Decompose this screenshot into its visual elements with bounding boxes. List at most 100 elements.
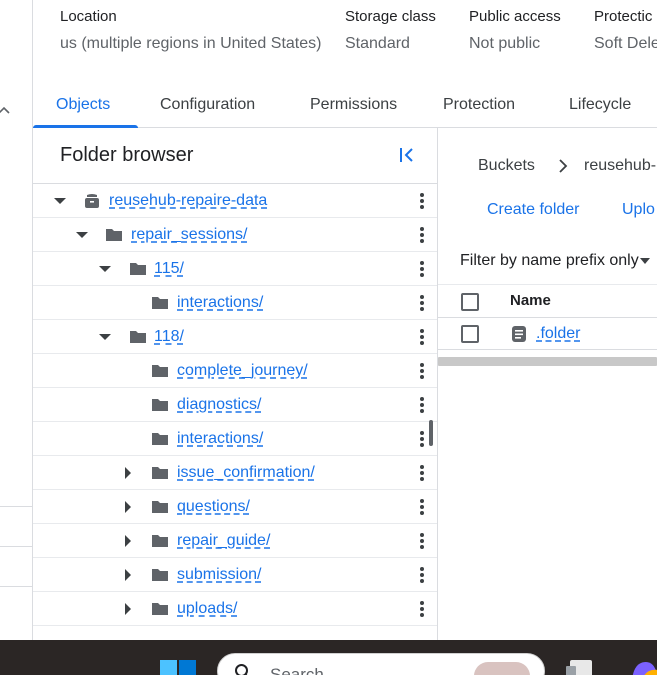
summary-label: Protectic [594,8,653,25]
more-vert-icon[interactable] [414,327,430,347]
horizontal-scrollbar[interactable] [438,357,657,366]
tab-lifecycle[interactable]: Lifecycle [569,96,631,114]
tree-row-label[interactable]: interactions/ [177,294,263,312]
tree-row-label[interactable]: repair_sessions/ [131,226,248,244]
tree-row-folder[interactable]: submission/ [33,558,437,592]
create-folder-button[interactable]: Create folder [487,201,580,219]
tree-row-bucket[interactable]: reusehub-repaire-data [33,184,437,218]
folder-browser-header: Folder browser [33,128,437,184]
more-vert-icon[interactable] [414,225,430,245]
tree-row-folder[interactable]: complete_journey/ [33,354,437,388]
summary-location: Location us (multiple regions in United … [60,8,321,53]
tree-row-label[interactable]: uploads/ [177,600,238,618]
more-vert-icon[interactable] [414,259,430,279]
tree-row-label[interactable]: issue_confirmation/ [177,464,315,482]
summary-label: Location [60,8,117,25]
object-name-link[interactable]: .folder [536,325,580,343]
folder-icon [152,399,168,411]
folder-icon [152,365,168,377]
more-vert-icon[interactable] [414,191,430,211]
caret-right-icon[interactable] [120,465,136,481]
more-vert-icon[interactable] [414,429,430,449]
tree-row-label[interactable]: 118/ [154,328,184,346]
tree-row-folder[interactable]: diagnostics/ [33,388,437,422]
breadcrumb-bucket[interactable]: reusehub- [584,157,656,175]
tree-row-folder[interactable]: interactions/ [33,422,437,456]
tab-protection[interactable]: Protection [443,96,515,114]
tree-scrollbar-thumb[interactable] [429,420,433,446]
more-vert-icon[interactable] [414,395,430,415]
caret-down-icon[interactable] [52,193,68,209]
summary-value: Soft Dele [594,35,657,52]
more-vert-icon[interactable] [414,599,430,619]
tree-row-folder[interactable]: uploads/ [33,592,437,626]
more-vert-icon[interactable] [414,361,430,381]
chevron-right-icon [559,159,568,173]
summary-value: Standard [345,35,410,52]
caret-down-icon[interactable] [74,227,90,243]
objects-table-header: Name [438,284,657,318]
caret-right-icon[interactable] [120,499,136,515]
filter-mode-select[interactable]: Filter by name prefix only [460,252,639,270]
collapse-panel-icon[interactable] [397,144,419,166]
folder-icon [152,501,168,513]
folder-icon [152,467,168,479]
tree-row-label[interactable]: questions/ [177,498,250,516]
tree-row-folder[interactable]: repair_sessions/ [33,218,437,252]
tree-row-folder[interactable]: questions/ [33,490,437,524]
tree-row-folder[interactable]: issue_confirmation/ [33,456,437,490]
select-all-checkbox[interactable] [461,293,479,311]
caret-right-icon[interactable] [120,533,136,549]
caret-right-icon[interactable] [120,601,136,617]
folder-icon [152,535,168,547]
summary-value: us (multiple regions in United States) [60,35,322,52]
folder-icon [152,297,168,309]
tree-row-label[interactable]: 115/ [154,260,184,278]
more-vert-icon[interactable] [414,293,430,313]
tree-row-folder[interactable]: repair_guide/ [33,524,437,558]
tree-row-folder[interactable]: 115/ [33,252,437,286]
chevron-up-icon[interactable] [0,104,10,116]
dropdown-arrow-icon[interactable] [639,257,651,265]
tree-row-label[interactable]: diagnostics/ [177,396,262,414]
caret-down-icon[interactable] [97,261,113,277]
bucket-details-panel: Buckets reusehub- Create folder Uplo Fil… [438,128,657,640]
tree-row-folder[interactable]: interactions/ [33,286,437,320]
windows-start-icon[interactable] [160,660,196,675]
folder-browser: Folder browser reusehub-repaire-data rep… [33,128,438,640]
upload-button[interactable]: Uplo [622,201,655,219]
caret-right-icon[interactable] [120,567,136,583]
caret-down-icon[interactable] [97,329,113,345]
file-explorer-icon[interactable] [566,660,602,675]
cloud-storage-bucket-page: Location us (multiple regions in United … [0,0,657,675]
tree-row-label[interactable]: reusehub-repaire-data [109,192,267,210]
folder-icon [152,569,168,581]
table-row: .folder [438,318,657,350]
bucket-icon [85,194,99,208]
summary-storage-class: Storage class Standard [345,8,436,53]
rail-divider [0,546,33,547]
search-icon [235,664,248,675]
row-checkbox[interactable] [461,325,479,343]
file-icon [512,326,526,342]
more-vert-icon[interactable] [414,463,430,483]
tab-permissions[interactable]: Permissions [310,96,397,114]
tree-row-label[interactable]: interactions/ [177,430,263,448]
tree-row-label[interactable]: submission/ [177,566,261,584]
rail-divider [0,586,33,587]
taskbar-search-box[interactable]: Search [217,653,545,675]
more-vert-icon[interactable] [414,565,430,585]
tree-row-label[interactable]: repair_guide/ [177,532,270,550]
left-nav-rail [0,0,33,640]
name-column-header[interactable]: Name [510,292,551,309]
tree-row-label[interactable]: complete_journey/ [177,362,308,380]
more-vert-icon[interactable] [414,497,430,517]
summary-label: Public access [469,8,561,25]
tab-objects[interactable]: Objects [56,96,110,114]
app-icon[interactable] [628,660,657,675]
tree-row-folder[interactable]: 118/ [33,320,437,354]
tab-configuration[interactable]: Configuration [160,96,255,114]
taskbar: Search [0,640,657,675]
more-vert-icon[interactable] [414,531,430,551]
breadcrumb-buckets[interactable]: Buckets [478,157,535,175]
